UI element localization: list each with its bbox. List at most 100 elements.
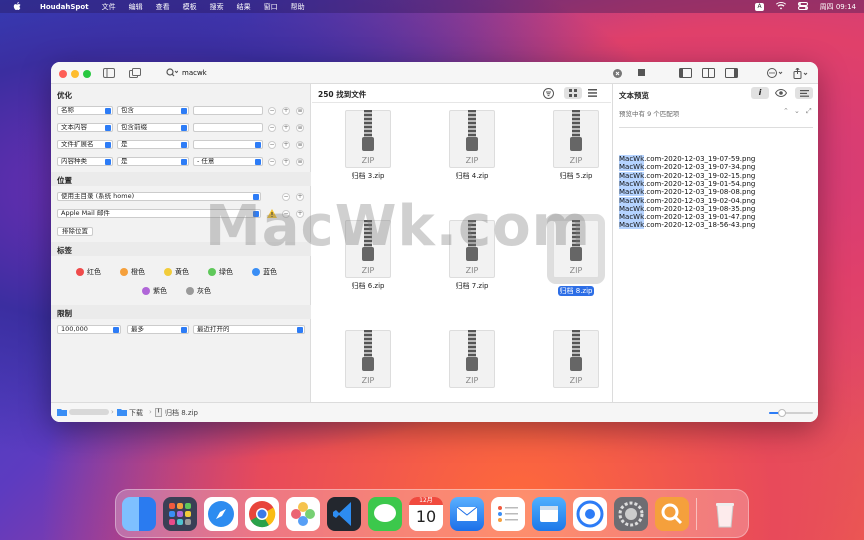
limit-sort-popup[interactable]: 最近打开的 [193,325,305,334]
filter-icon[interactable] [543,88,554,101]
location-popup-mail[interactable]: Apple Mail 邮件 [57,209,261,218]
zoom-slider-track[interactable] [769,409,813,417]
icon-view-icon[interactable] [564,87,582,99]
criteria-attribute-popup[interactable]: 名称 [57,106,113,115]
criteria-value-popup[interactable]: - 任意 [193,157,263,166]
system-preferences-icon[interactable] [614,497,648,531]
menu-help[interactable]: 帮助 [291,2,305,12]
add-criteria-button[interactable]: + [282,158,290,166]
limit-mode-popup[interactable]: 最多 [127,325,189,334]
result-file-item[interactable]: ZIP 归档 4.zip [432,110,512,181]
templates-icon[interactable] [129,68,141,78]
apple-menu-icon[interactable] [12,2,22,11]
result-file-item[interactable]: ZIP 归档 7.zip [432,220,512,291]
menu-search[interactable]: 搜索 [210,2,224,12]
houdahspot-dock-icon[interactable] [655,497,689,531]
finder-icon[interactable] [122,497,156,531]
warning-icon[interactable] [267,209,277,220]
remove-location-button[interactable]: − [282,193,290,201]
path-downloads[interactable]: 下载 [129,408,143,418]
trash-icon[interactable] [708,497,742,531]
zoom-slider-knob[interactable] [778,409,787,417]
layout-left-icon[interactable] [679,68,692,78]
input-method-indicator[interactable]: A [755,2,764,11]
close-window-button[interactable] [59,70,67,78]
criteria-operator-popup[interactable]: 是 [117,157,189,166]
search-input[interactable]: macwk [182,69,207,77]
result-file-item[interactable]: ZIP [432,330,512,388]
clear-search-icon[interactable] [613,69,622,78]
minimize-window-button[interactable] [71,70,79,78]
result-file-item[interactable]: ZIP 归档 5.zip [536,110,616,181]
layout-split-icon[interactable] [702,68,715,78]
vscode-icon[interactable] [327,497,361,531]
launchpad-icon[interactable] [163,497,197,531]
safari-icon[interactable] [204,497,238,531]
tag-yellow[interactable]: 黄色 [164,267,189,277]
criteria-value-field[interactable] [193,106,263,115]
tag-blue[interactable]: 蓝色 [252,267,277,277]
criteria-operator-popup[interactable]: 包含前缀 [117,123,189,132]
criteria-attribute-popup[interactable]: 内容种类 [57,157,113,166]
wifi-icon[interactable] [775,1,786,12]
remove-criteria-button[interactable]: − [268,107,276,115]
menu-window[interactable]: 窗口 [264,2,278,12]
menu-template[interactable]: 模板 [183,2,197,12]
add-criteria-button[interactable]: + [282,107,290,115]
criteria-options-button[interactable]: ≡ [296,158,304,166]
limit-count-popup[interactable]: 100,000 [57,325,121,334]
simulator-icon[interactable] [532,497,566,531]
criteria-value-popup[interactable] [193,140,263,149]
expand-icon[interactable]: ⤢ [806,107,812,116]
add-criteria-button[interactable]: + [282,141,290,149]
mail-icon[interactable] [450,497,484,531]
add-location-button[interactable]: + [296,210,304,218]
calendar-icon[interactable]: 12月 10 [409,497,443,531]
add-criteria-button[interactable]: + [282,124,290,132]
chrome-icon[interactable] [245,497,279,531]
path-file[interactable]: 归档 8.zip [165,408,198,418]
remove-criteria-button[interactable]: − [268,158,276,166]
exclude-location-button[interactable]: 排除位置 [57,227,93,236]
list-view-icon[interactable] [588,89,597,99]
tag-purple[interactable]: 紫色 [142,286,167,296]
photos-icon[interactable] [286,497,320,531]
criteria-options-button[interactable]: ≡ [296,107,304,115]
stop-icon[interactable] [638,69,646,77]
remove-criteria-button[interactable]: − [268,124,276,132]
criteria-operator-popup[interactable]: 是 [117,140,189,149]
remove-criteria-button[interactable]: − [268,141,276,149]
tag-red[interactable]: 红色 [76,267,101,277]
tag-orange[interactable]: 橙色 [120,267,145,277]
tag-gray[interactable]: 灰色 [186,286,211,296]
menu-file[interactable]: 文件 [102,2,116,12]
criteria-operator-popup[interactable]: 包含 [117,106,189,115]
sidebar-toggle-icon[interactable] [103,68,115,78]
criteria-attribute-popup[interactable]: 文本内容 [57,123,113,132]
info-icon[interactable]: i [751,87,769,99]
tag-green[interactable]: 绿色 [208,267,233,277]
add-location-button[interactable]: + [296,193,304,201]
criteria-attribute-popup[interactable]: 文件扩展名 [57,140,113,149]
zoom-window-button[interactable] [83,70,91,78]
share-icon[interactable] [793,68,809,79]
reminders-icon[interactable] [491,497,525,531]
result-file-item[interactable]: ZIP [536,330,616,388]
control-center-icon[interactable] [797,1,808,12]
remove-location-button[interactable]: − [282,210,290,218]
criteria-value-field[interactable] [193,123,263,132]
eye-icon[interactable] [774,88,788,99]
ssh-client-icon[interactable] [573,497,607,531]
clock-datetime[interactable]: 周四 09:14 [820,2,856,12]
criteria-options-button[interactable]: ≡ [296,141,304,149]
menu-results[interactable]: 结果 [237,2,251,12]
menu-edit[interactable]: 编辑 [129,2,143,12]
text-preview-icon[interactable] [795,87,813,99]
result-file-item[interactable]: ZIP [328,330,408,388]
blurred-home-folder[interactable] [69,409,109,415]
menu-app-name[interactable]: HoudahSpot [40,3,89,11]
next-match-icon[interactable]: ⌄ [794,107,800,115]
layout-right-icon[interactable] [725,68,738,78]
search-field[interactable]: macwk [166,67,626,79]
menu-view[interactable]: 查看 [156,2,170,12]
